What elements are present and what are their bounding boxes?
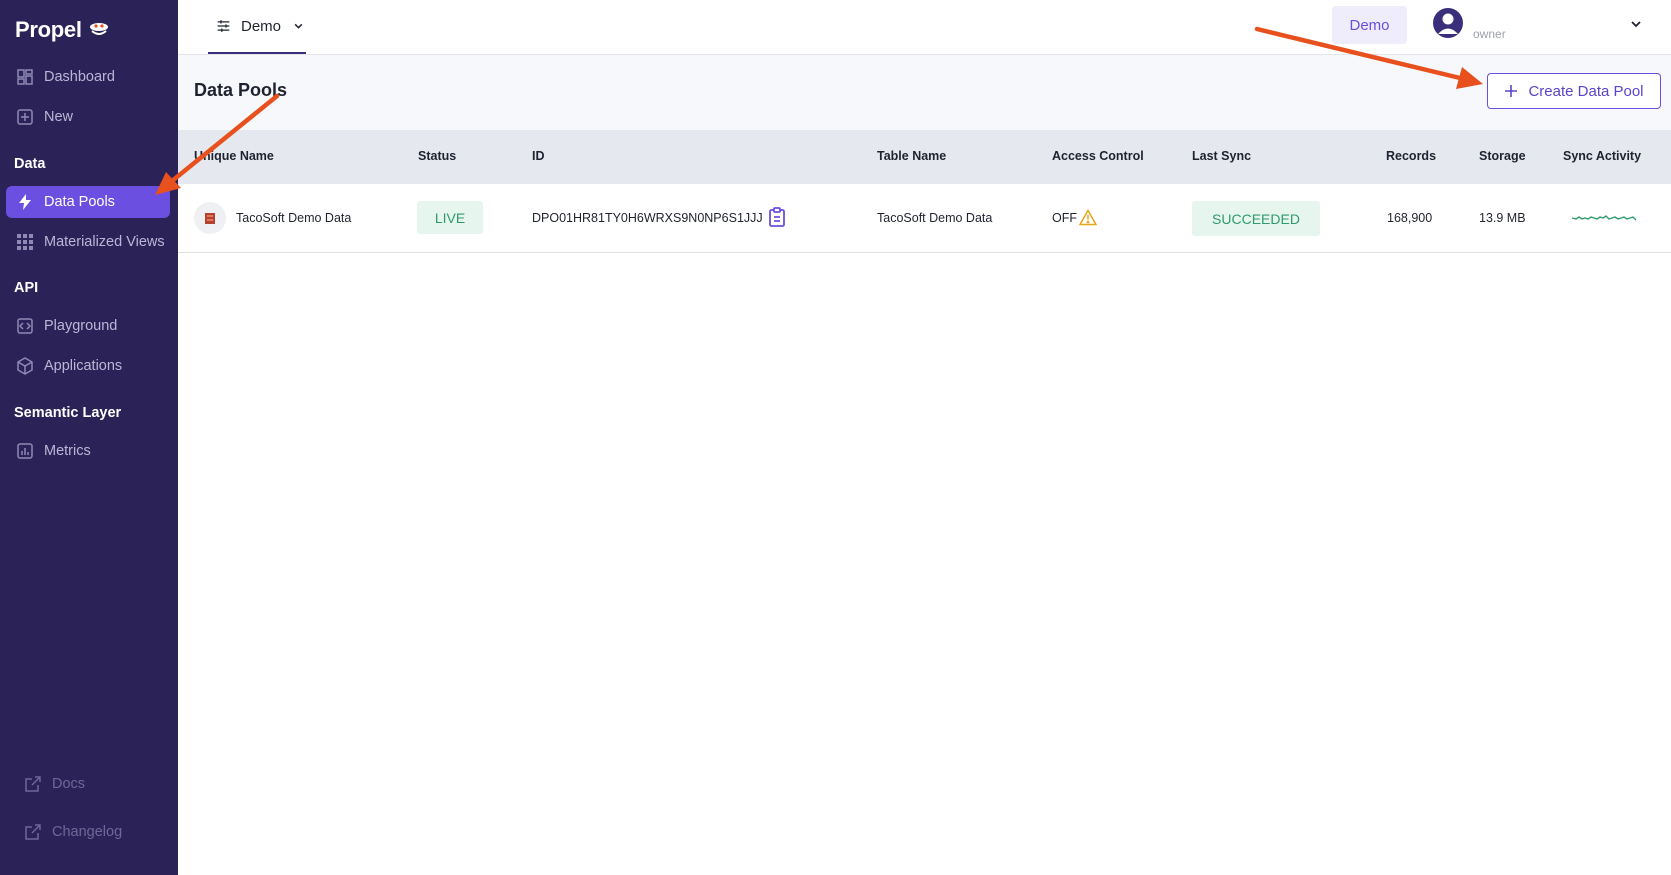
page-title: Data Pools	[194, 80, 288, 100]
plus-square-icon	[17, 109, 33, 125]
page-header: Data Pools Create Data Pool	[178, 55, 1671, 130]
bar-chart-icon	[17, 443, 33, 459]
plus-icon	[1505, 85, 1518, 97]
row-unique-name[interactable]: TacoSoft Demo Data	[236, 211, 351, 225]
column-header-access-control[interactable]: Access Control	[1052, 149, 1144, 163]
sidebar-item-new[interactable]: New	[6, 101, 170, 133]
environment-name: Demo	[240, 17, 281, 35]
sync-activity-sparkline	[1571, 215, 1637, 221]
sidebar-item-label: Docs	[52, 776, 86, 792]
create-data-pool-label: Create Data Pool	[1528, 82, 1644, 100]
environment-selector[interactable]: Demo	[208, 0, 306, 54]
database-icon	[205, 213, 215, 224]
sidebar-item-dashboard[interactable]: Dashboard	[6, 61, 170, 93]
propel-logo[interactable]: Propel	[15, 17, 112, 43]
column-header-last-sync[interactable]: Last Sync	[1192, 149, 1251, 163]
last-sync-badge: SUCCEEDED	[1192, 201, 1320, 236]
sidebar-item-label: New	[44, 109, 74, 125]
code-icon	[17, 318, 33, 334]
grid-icon	[17, 234, 33, 250]
chevron-down-icon[interactable]	[1628, 16, 1644, 32]
create-data-pool-button[interactable]: Create Data Pool	[1487, 73, 1661, 109]
column-header-sync-activity[interactable]: Sync Activity	[1563, 149, 1641, 163]
lightning-icon	[19, 194, 31, 210]
user-icon	[1438, 13, 1458, 34]
table-header: Unique Name Status ID Table Name Access …	[178, 130, 1671, 184]
chevron-down-icon	[294, 23, 303, 29]
column-header-records[interactable]: Records	[1386, 149, 1436, 163]
sidebar-item-label: Materialized Views	[44, 234, 165, 250]
column-header-storage[interactable]: Storage	[1479, 149, 1526, 163]
row-id: DPO01HR81TY0H6WRXS9N0NP6S1JJJ	[532, 211, 763, 225]
sidebar-item-label: Playground	[44, 318, 118, 334]
external-link-icon	[25, 776, 41, 792]
status-badge: LIVE	[417, 201, 483, 234]
column-header-unique-name[interactable]: Unique Name	[194, 149, 274, 163]
column-header-status[interactable]: Status	[418, 149, 456, 163]
section-title-api: API	[14, 280, 39, 296]
row-table-name: TacoSoft Demo Data	[877, 211, 993, 225]
sidebar-item-label: Applications	[44, 358, 123, 374]
topbar: Demo Demo owner	[178, 0, 1671, 55]
sidebar-item-data-pools[interactable]: Data Pools	[6, 186, 170, 218]
environment-badge: Demo	[1332, 6, 1407, 44]
row-access-control: OFF	[1052, 211, 1077, 225]
sidebar-item-docs[interactable]: Docs	[14, 768, 178, 800]
row-storage: 13.9 MB	[1479, 211, 1526, 225]
dashboard-icon	[17, 69, 33, 85]
row-records: 168,900	[1387, 211, 1433, 225]
section-title-semantic-layer: Semantic Layer	[14, 405, 122, 421]
sidebar-item-label: Data Pools	[44, 194, 115, 210]
sidebar-item-label: Metrics	[44, 443, 91, 459]
column-header-id[interactable]: ID	[532, 149, 545, 163]
clipboard-icon[interactable]	[768, 207, 786, 227]
sidebar-item-changelog[interactable]: Changelog	[14, 816, 178, 848]
warning-icon	[1079, 209, 1097, 226]
sidebar-item-materialized-views[interactable]: Materialized Views	[6, 226, 170, 258]
avatar	[1433, 8, 1463, 38]
sidebar-item-metrics[interactable]: Metrics	[6, 435, 170, 467]
sidebar-item-label: Changelog	[52, 824, 123, 840]
user-role: owner	[1473, 27, 1506, 41]
sliders-icon	[217, 20, 230, 32]
external-link-icon	[25, 824, 41, 840]
brand-name: Propel	[15, 17, 82, 42]
sidebar: Propel Dashboard New Data Data Pools Mat…	[0, 0, 178, 875]
table-row[interactable]: TacoSoft Demo Data LIVE DPO01HR81TY0H6WR…	[178, 184, 1671, 253]
cube-icon	[17, 357, 33, 375]
section-title-data: Data	[14, 156, 46, 172]
sidebar-item-label: Dashboard	[44, 69, 115, 85]
propeller-icon	[89, 23, 108, 35]
sidebar-item-playground[interactable]: Playground	[6, 310, 170, 342]
column-header-table-name[interactable]: Table Name	[877, 149, 946, 163]
data-pool-icon	[194, 202, 226, 234]
user-menu[interactable]: owner	[1433, 8, 1506, 41]
sidebar-item-applications[interactable]: Applications	[6, 350, 170, 382]
